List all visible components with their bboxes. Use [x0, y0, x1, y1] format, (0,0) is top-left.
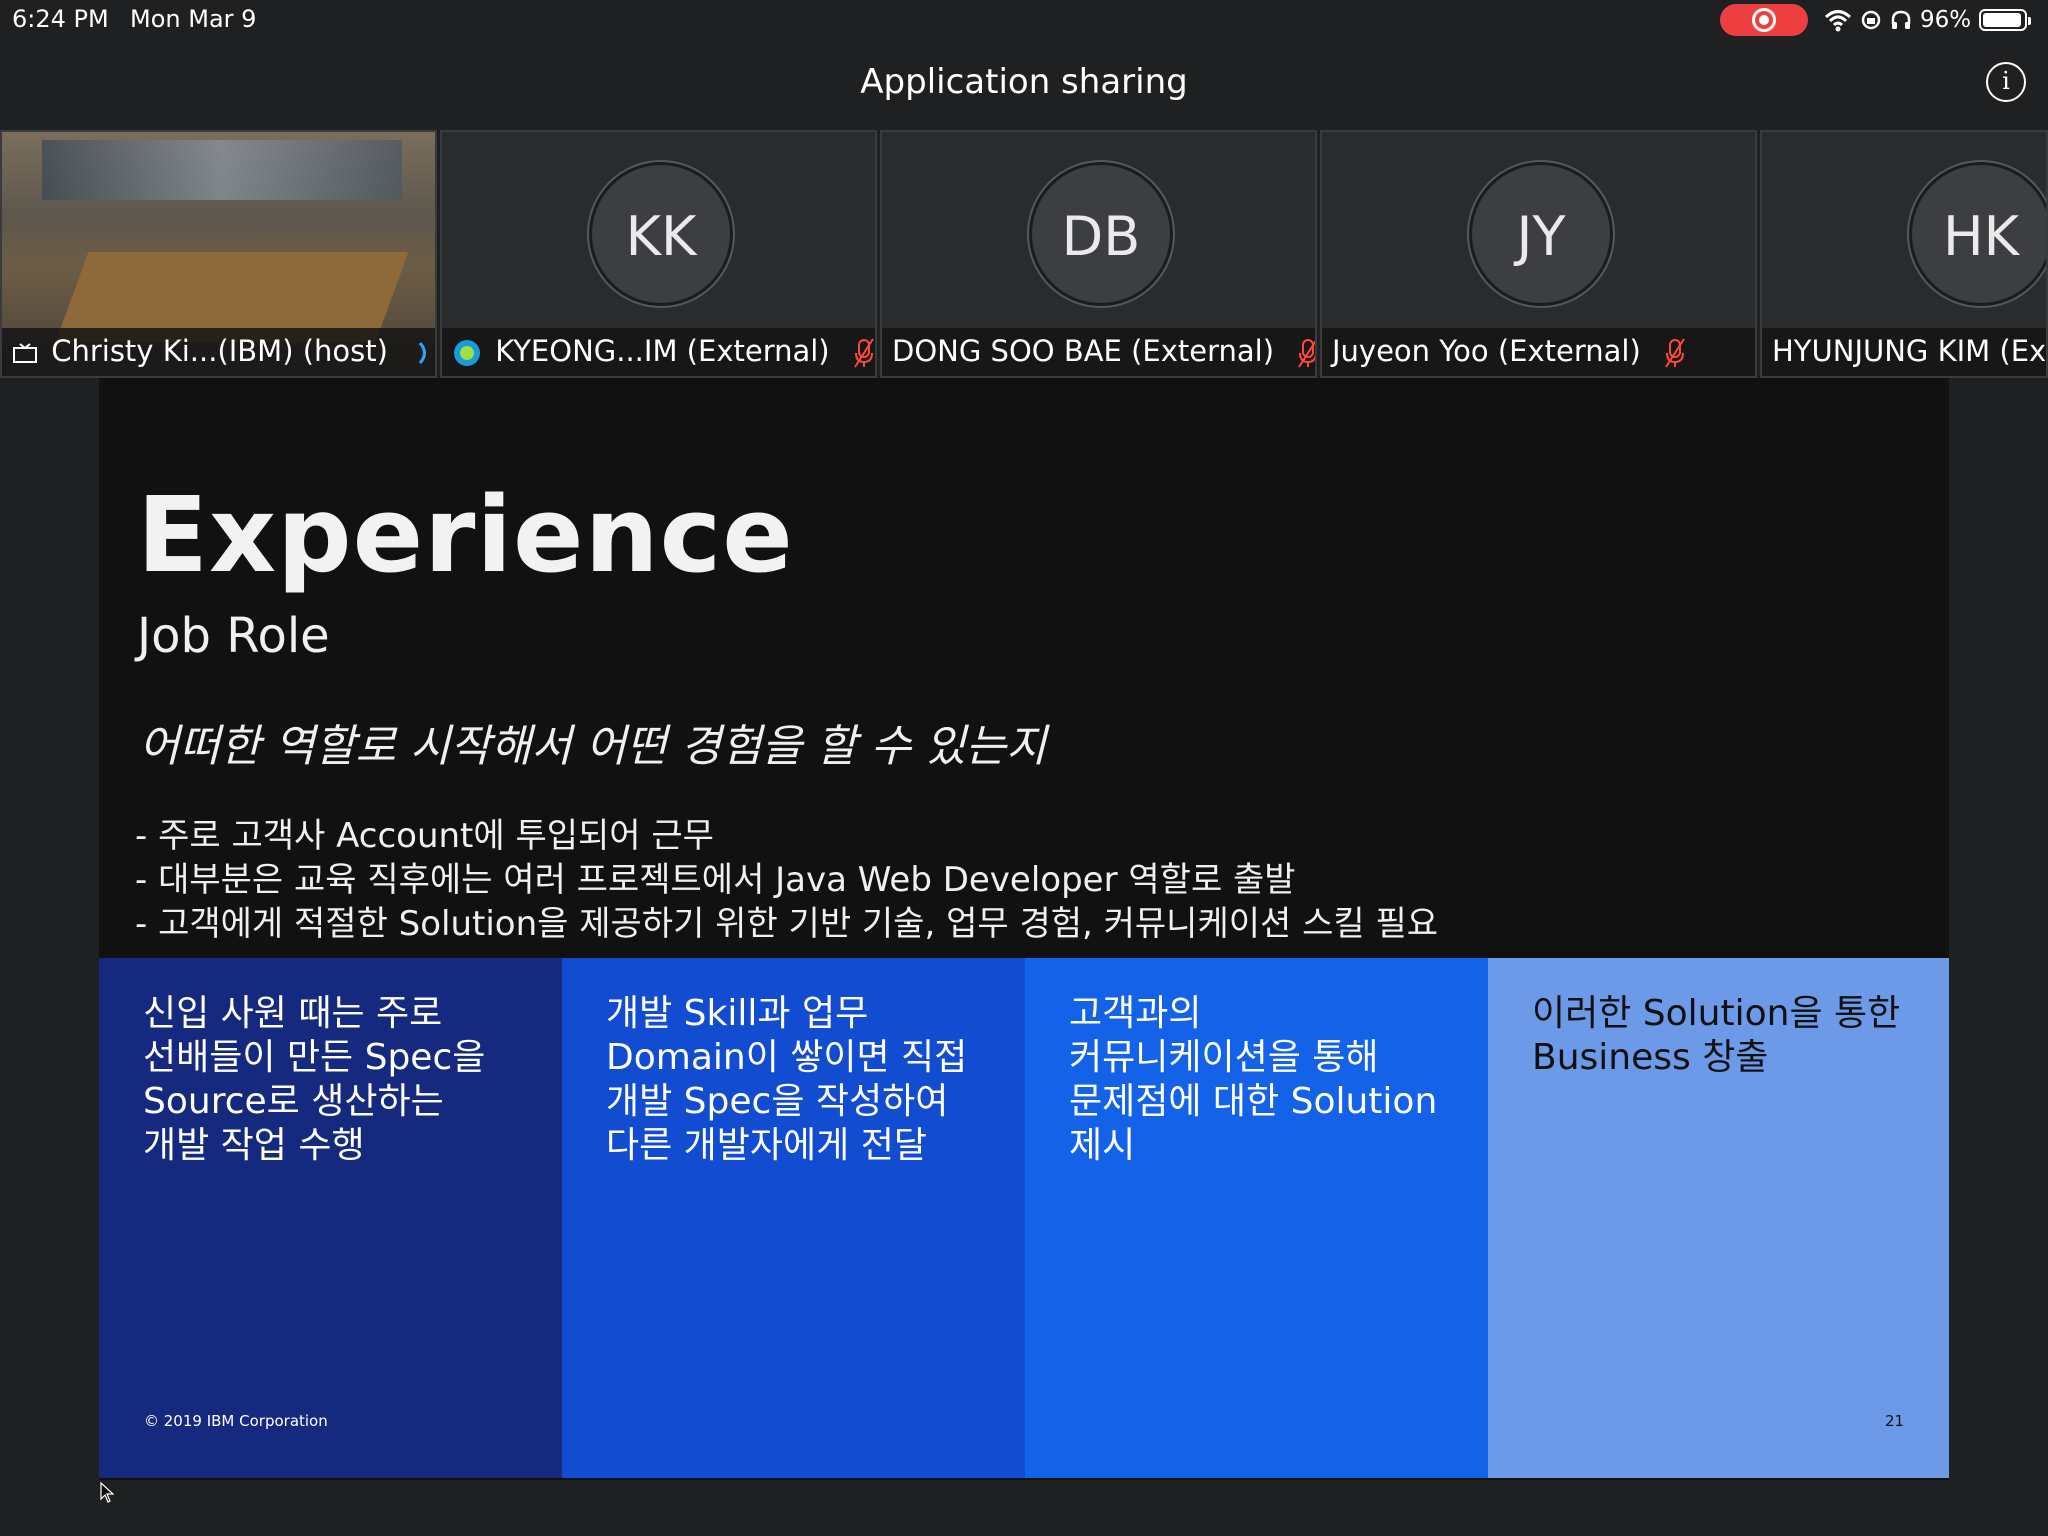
box-text: 이러한 Solution을 통한 Business 창출: [1532, 993, 1901, 1078]
slide-title: Experience: [137, 474, 794, 596]
participant-tile-kk[interactable]: KK KYEONG...IM (External): [440, 130, 877, 378]
avatar: KK: [589, 162, 733, 306]
status-time: 6:24 PM: [12, 5, 109, 33]
wifi-icon: [1824, 10, 1852, 32]
slide-box-3: 고객과의 커뮤니케이션을 통해 문제점에 대한 Solution 제시: [1025, 958, 1488, 1478]
info-button[interactable]: i: [1986, 62, 2026, 102]
participant-tile-hk[interactable]: HK HYUNJUNG KIM (Ex: [1760, 130, 2048, 378]
bullet-item: - 주로 고객사 Account에 투입되어 근무: [135, 816, 714, 856]
record-icon: [1752, 8, 1776, 32]
participant-label: KYEONG...IM (External): [442, 328, 875, 376]
slide-box-2: 개발 Skill과 업무 Domain이 쌓이면 직접 개발 Spec을 작성하…: [562, 958, 1025, 1478]
slide-page-number: 21: [1885, 1412, 1905, 1430]
status-icons: 96%: [1824, 4, 2032, 36]
participant-label: Juyeon Yoo (External): [1322, 328, 1755, 376]
status-bar: 6:24 PM Mon Mar 9 96%: [0, 0, 2048, 40]
mouse-cursor-icon: [100, 1482, 114, 1503]
battery-percentage: 96%: [1920, 7, 1972, 33]
rotation-lock-icon: [1861, 10, 1881, 30]
mic-muted-icon: [1665, 338, 1685, 368]
participant-tile-db[interactable]: DB DONG SOO BAE (External): [880, 130, 1317, 378]
slide-subtitle: Job Role: [137, 608, 330, 664]
bullet-item: - 대부분은 교육 직후에는 여러 프로젝트에서 Java Web Develo…: [135, 860, 1296, 900]
avatar: JY: [1469, 162, 1613, 306]
participant-label: DONG SOO BAE (External): [882, 328, 1315, 376]
slide-bullets: - 주로 고객사 Account에 투입되어 근무 - 대부분은 교육 직후에는…: [135, 814, 1438, 946]
participant-name: HYUNJUNG KIM (Ex: [1772, 334, 2047, 368]
page-title: Application sharing: [860, 62, 1188, 102]
participant-label: HYUNJUNG KIM (Ex: [1762, 328, 2046, 376]
battery-icon: [1979, 9, 2032, 31]
slide-copyright: © 2019 IBM Corporation: [144, 1412, 328, 1430]
slide-question: 어떠한 역할로 시작해서 어떤 경험을 할 수 있는지: [139, 721, 1047, 772]
box-text: 개발 Skill과 업무 Domain이 쌓이면 직접 개발 Spec을 작성하…: [606, 993, 968, 1166]
slide-box-1: 신입 사원 때는 주로 선배들이 만든 Spec을 Source로 생산하는 개…: [99, 958, 562, 1478]
participant-label: Christy Ki...(IBM) (host): [2, 328, 435, 376]
screen-share-icon: [13, 343, 37, 363]
mic-muted-icon: [854, 338, 874, 368]
mic-muted-icon: [1298, 339, 1315, 368]
speaking-icon: [419, 341, 427, 365]
participant-tile-host[interactable]: Christy Ki...(IBM) (host): [0, 130, 437, 378]
status-date: Mon Mar 9: [130, 5, 257, 33]
shared-slide[interactable]: Experience Job Role 어떠한 역할로 시작해서 어떤 경험을 …: [99, 378, 1949, 1480]
participant-name: KYEONG...IM (External): [495, 334, 830, 368]
participant-tile-jy[interactable]: JY Juyeon Yoo (External): [1320, 130, 1757, 378]
participant-name: Christy Ki...(IBM) (host): [51, 334, 388, 368]
bullet-item: - 고객에게 적절한 Solution을 제공하기 위한 기반 기술, 업무 경…: [135, 904, 1439, 944]
box-text: 신입 사원 때는 주로 선배들이 만든 Spec을 Source로 생산하는 개…: [143, 993, 486, 1166]
avatar: DB: [1029, 162, 1173, 306]
box-text: 고객과의 커뮤니케이션을 통해 문제점에 대한 Solution 제시: [1069, 993, 1438, 1166]
slide-box-4: 이러한 Solution을 통한 Business 창출: [1488, 958, 1949, 1478]
webex-app-icon: [454, 340, 480, 366]
participant-strip[interactable]: Christy Ki...(IBM) (host) KK KYEONG...IM…: [0, 130, 2048, 378]
screen-recording-indicator[interactable]: [1720, 4, 1808, 36]
participant-name: Juyeon Yoo (External): [1332, 334, 1641, 368]
headphones-icon: [1891, 10, 1911, 29]
avatar: HK: [1909, 162, 2046, 306]
participant-name: DONG SOO BAE (External): [892, 334, 1275, 368]
